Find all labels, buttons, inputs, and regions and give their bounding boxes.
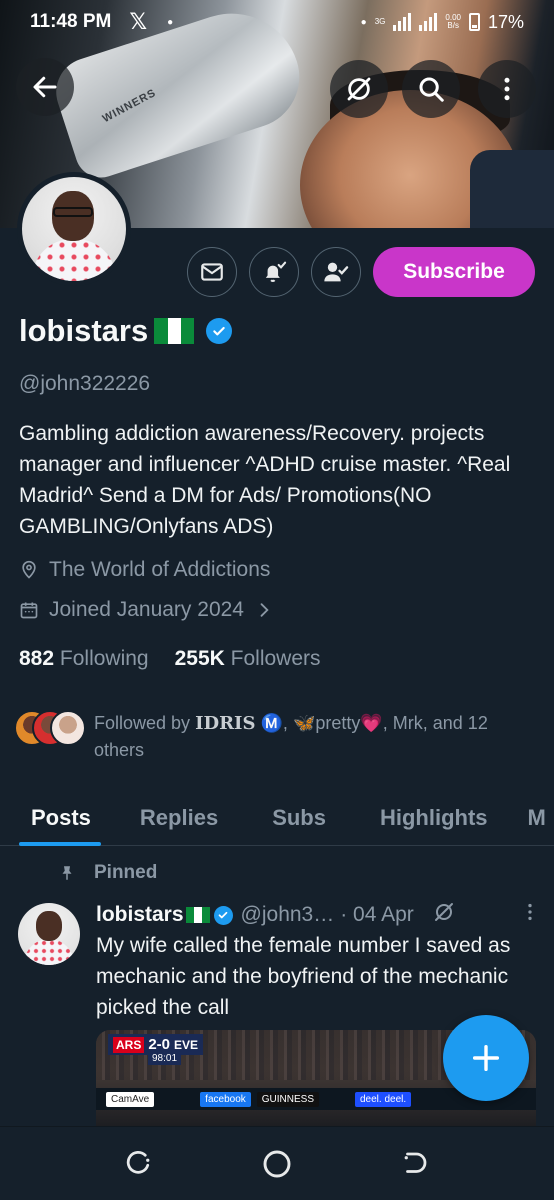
notification-dot-icon: ● (167, 16, 174, 28)
status-bar: 11:48 PM 𝕏 ● ● 3G 0.00 B/s 17% (0, 0, 554, 44)
pinned-label: Pinned (94, 862, 158, 883)
chevron-right-icon (260, 603, 269, 617)
pin-icon (62, 866, 72, 880)
follow-check-icon (324, 262, 349, 282)
score-home-team: ARS (113, 1036, 145, 1053)
following-button[interactable] (311, 247, 361, 297)
battery-icon (468, 13, 480, 31)
post-date: · 04 Apr (340, 903, 414, 926)
profile-bio: Gambling addiction awareness/Recovery. p… (19, 422, 511, 538)
display-name-row: lobistars (19, 313, 233, 349)
avatar-body (32, 239, 116, 281)
joined-text: Joined January 2024 (49, 598, 244, 621)
location-row: The World of Addictions (19, 558, 270, 582)
avatar-photo (22, 177, 126, 281)
follow-stats: 882 Following 255K Followers (19, 647, 321, 671)
grok-button[interactable] (330, 60, 388, 118)
banner-shirt (470, 150, 554, 228)
back-nav-button[interactable] (398, 1147, 432, 1181)
post-avatar-head (36, 911, 62, 941)
follower-name: 🦋pretty💗 (292, 713, 383, 733)
recents-button[interactable] (122, 1147, 156, 1181)
follower-badge-icon: Ⓜ️ (260, 713, 283, 733)
notifications-button[interactable] (249, 247, 299, 297)
verified-badge-icon (213, 905, 233, 925)
following-count: 882 (19, 647, 55, 670)
followed-by-avatars[interactable] (14, 710, 86, 746)
ad-board: GUINNESS (256, 1091, 319, 1107)
display-name: lobistars (19, 313, 149, 348)
plus-icon (472, 1044, 500, 1072)
post-header: lobistars @john3… · 04 Apr (96, 900, 541, 930)
subscribe-button[interactable]: Subscribe (373, 247, 535, 297)
tab-highlights[interactable]: Highlights (360, 790, 508, 846)
compose-post-button[interactable] (443, 1015, 529, 1101)
grok-explain-icon[interactable] (432, 900, 456, 930)
location-text: The World of Addictions (49, 558, 271, 581)
tab-posts[interactable]: Posts (0, 790, 120, 846)
joined-row[interactable]: Joined January 2024 (19, 598, 274, 622)
bell-notify-icon (265, 261, 287, 282)
score-clock: 98:01 (148, 1052, 182, 1065)
back-button[interactable] (16, 58, 74, 116)
back-nav-icon (404, 1152, 427, 1173)
post-text[interactable]: My wife called the female number I saved… (96, 930, 536, 1023)
post-avatar-body (24, 939, 74, 965)
followers-count: 255K (174, 647, 225, 670)
follower-name: IDRIS (195, 713, 256, 734)
avatar-glasses (53, 207, 93, 217)
battery-percent: 17% (487, 11, 524, 32)
search-button[interactable] (402, 60, 460, 118)
tab-media[interactable]: M (508, 790, 554, 846)
ad-board: CamAve (106, 1091, 155, 1107)
following-label: Following (59, 647, 149, 670)
ad-board: facebook (200, 1091, 251, 1107)
signal-2-icon (419, 13, 438, 31)
profile-tabs: Posts Replies Subs Highlights M (0, 790, 554, 846)
score-away-team: EVE (174, 1037, 199, 1052)
profile-handle: @john322226 (19, 372, 151, 395)
grok-icon (347, 77, 371, 101)
score-value: 2-0 (148, 1036, 171, 1053)
status-time: 11:48 PM (30, 11, 112, 32)
ad-board: deel. deel. (355, 1091, 412, 1107)
tab-subs[interactable]: Subs (238, 790, 360, 846)
following-stat[interactable]: 882 Following (19, 647, 149, 671)
more-options-button[interactable] (478, 60, 536, 118)
home-button[interactable] (260, 1147, 294, 1181)
pinned-indicator: Pinned (58, 862, 157, 884)
more-vertical-icon (504, 77, 510, 101)
mail-icon (201, 263, 223, 281)
verified-badge-icon[interactable] (206, 318, 233, 344)
follower-avatar (50, 710, 86, 746)
tab-replies[interactable]: Replies (120, 790, 238, 846)
post-author-name[interactable]: lobistars (96, 903, 184, 927)
system-nav-bar (0, 1126, 554, 1200)
back-arrow-icon (33, 76, 57, 98)
search-icon (419, 77, 444, 102)
post-author-handle: @john3… (240, 903, 335, 926)
message-button[interactable] (187, 247, 237, 297)
calendar-icon (20, 602, 38, 619)
profile-avatar[interactable] (17, 172, 131, 286)
followed-by-text[interactable]: Followed by IDRIS Ⓜ️, 🦋pretty💗, Mrk, and… (94, 710, 534, 763)
followers-stat[interactable]: 255K Followers (175, 647, 321, 671)
recents-icon (126, 1150, 150, 1174)
nigeria-flag-icon (154, 318, 195, 344)
home-circle-icon (263, 1150, 291, 1178)
alarm-dot-icon: ● (360, 16, 367, 28)
signal-icon (393, 13, 412, 31)
post-more-icon[interactable] (519, 901, 541, 929)
post-author-avatar[interactable] (18, 903, 80, 965)
location-pin-icon (22, 560, 36, 579)
followers-label: Followers (230, 647, 321, 670)
net-speed: 0.00 B/s (445, 13, 461, 30)
network-type: 3G (374, 17, 386, 26)
nigeria-flag-icon (185, 907, 210, 923)
followed-by-prefix: Followed by (94, 713, 191, 733)
x-logo-icon: 𝕏 (129, 9, 148, 34)
